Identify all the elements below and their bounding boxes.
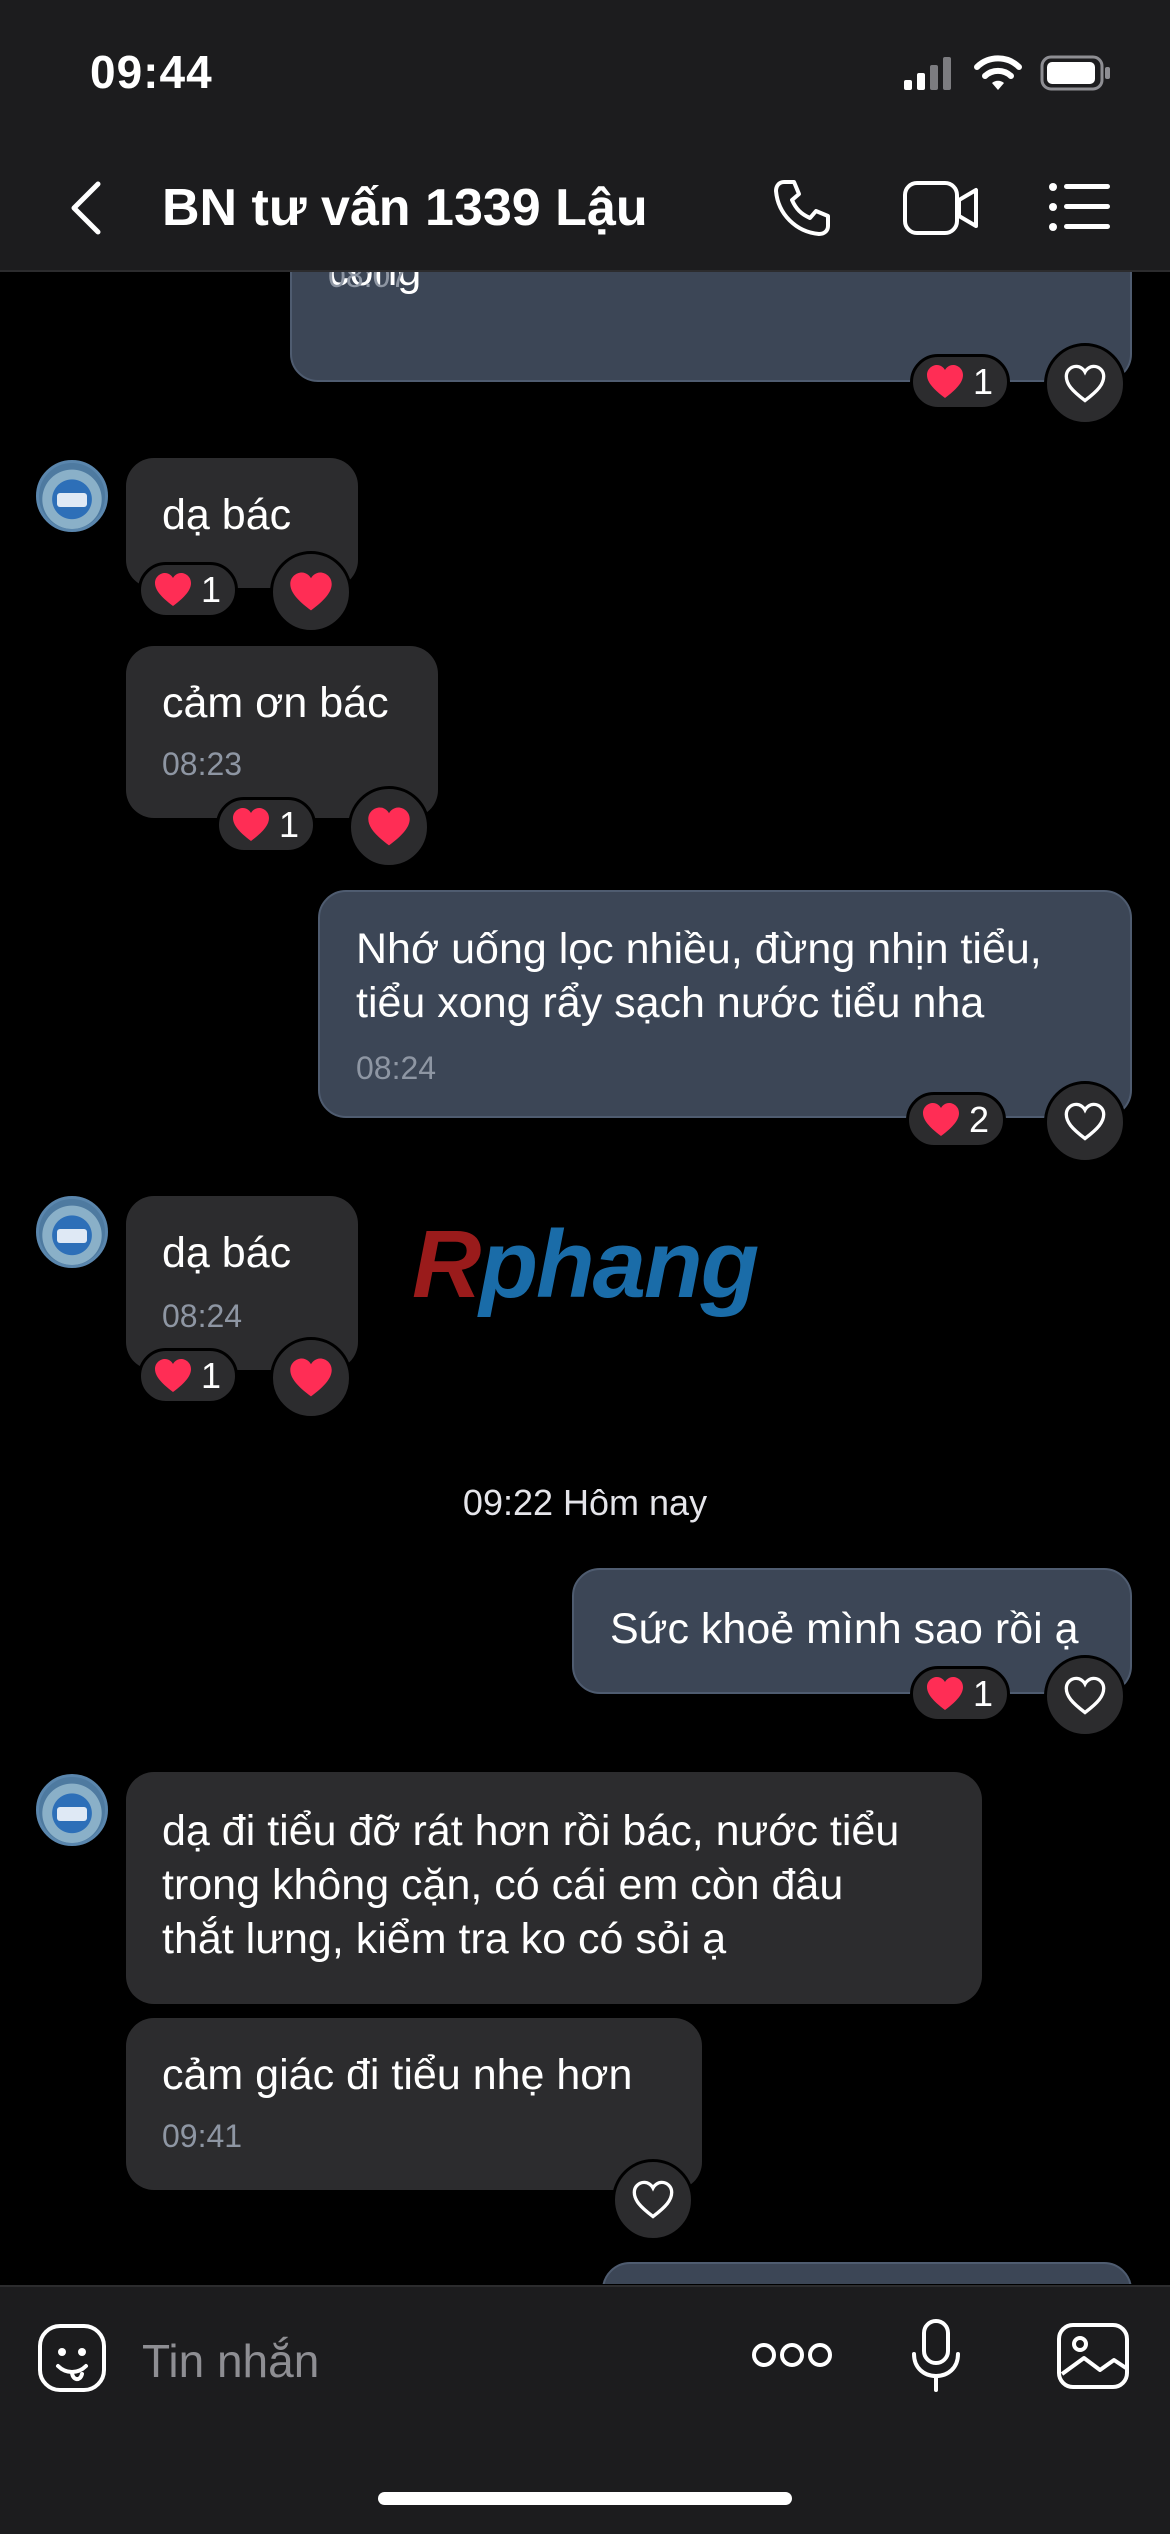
heart-icon [290, 1358, 332, 1397]
message-text-line: trong không cặn, có cái em còn đâu [162, 1861, 844, 1909]
message-time: 08:23 [162, 746, 243, 782]
message-time: 09:41 [162, 2118, 243, 2154]
message-input[interactable]: Tin nhắn [142, 2334, 319, 2388]
message-time: 08:07 [328, 272, 409, 294]
heart-outline-icon [632, 2180, 674, 2219]
reaction-count: 1 [279, 804, 300, 845]
heart-outline-icon [1064, 364, 1106, 403]
message-text: cảm ơn bác [162, 679, 389, 727]
status-time: 09:44 [90, 46, 213, 98]
heart-icon [368, 807, 410, 846]
video-call-icon[interactable] [902, 180, 980, 236]
reaction-count-badge[interactable]: 1 [910, 1666, 1011, 1722]
message-time: 08:24 [356, 1050, 437, 1086]
more-options-icon[interactable] [752, 2340, 832, 2370]
reaction-count: 1 [201, 569, 222, 610]
message-time: 08:24 [162, 1298, 243, 1334]
message-text-line: dạ đi tiểu đỡ rát hơn rồi bác, nước tiểu [162, 1807, 900, 1855]
react-button[interactable] [1044, 1655, 1126, 1737]
conversation-title[interactable]: BN tư vấn 1339 Lậu [162, 178, 648, 238]
message-text: dạ bác [162, 491, 292, 539]
reaction-count-badge[interactable]: 2 [906, 1092, 1007, 1148]
gallery-icon[interactable] [1056, 2322, 1130, 2390]
react-button-active[interactable] [348, 786, 430, 868]
wifi-icon [974, 55, 1022, 90]
phone-call-icon[interactable] [770, 176, 834, 240]
react-button[interactable] [1044, 343, 1126, 425]
watermark-logo: Rphang [412, 1211, 759, 1318]
date-separator: 09:22 Hôm nay [462, 1482, 708, 1523]
reaction-count: 2 [969, 1099, 990, 1140]
message-text: cảm giác đi tiểu nhẹ hơn [162, 2051, 633, 2099]
reaction-count-badge[interactable]: 1 [910, 354, 1011, 410]
react-button[interactable] [1044, 1081, 1126, 1163]
heart-outline-icon [1064, 1102, 1106, 1141]
heart-icon [927, 365, 963, 398]
contact-avatar[interactable] [36, 460, 108, 532]
contact-avatar[interactable] [36, 1196, 108, 1268]
heart-icon [290, 572, 332, 611]
sent-message[interactable]: cong 08:07 [290, 272, 1132, 382]
sent-message[interactable]: Nhớ uống lọc nhiều, đừng nhịn tiểu, tiểu… [318, 890, 1132, 1118]
message-text-line: Nhớ uống lọc nhiều, đừng nhịn tiểu, [356, 925, 1042, 973]
message-text-line: tiểu xong rẩy sạch nước tiểu nha [356, 979, 985, 1027]
reaction-count-badge[interactable]: 1 [138, 562, 239, 618]
received-message[interactable]: cảm giác đi tiểu nhẹ hơn 09:41 [126, 2018, 702, 2190]
message-text: Sức khoẻ mình sao rồi ạ [610, 1605, 1079, 1653]
reaction-count: 1 [973, 1673, 994, 1714]
sticker-icon[interactable] [36, 2322, 108, 2394]
reaction-count: 1 [973, 361, 994, 402]
battery-icon [1040, 55, 1110, 91]
message-text-line: thắt lưng, kiểm tra ko có sỏi ạ [162, 1915, 727, 1963]
sent-message-partial[interactable] [602, 2262, 1132, 2284]
received-message[interactable]: dạ đi tiểu đỡ rát hơn rồi bác, nước tiểu… [126, 1772, 982, 2004]
contact-avatar[interactable] [36, 1774, 108, 1846]
microphone-icon[interactable] [908, 2318, 964, 2396]
cellular-signal-icon [904, 57, 951, 90]
sent-message[interactable]: Sức khoẻ mình sao rồi ạ [572, 1568, 1132, 1694]
reaction-count-badge[interactable]: 1 [138, 1348, 239, 1404]
heart-icon [927, 1677, 963, 1710]
heart-icon [155, 573, 191, 606]
home-indicator[interactable] [378, 2492, 792, 2505]
react-button-active[interactable] [270, 1337, 352, 1419]
reaction-count-badge[interactable]: 1 [216, 797, 317, 853]
heart-icon [155, 1359, 191, 1392]
react-button-active[interactable] [270, 551, 352, 633]
menu-list-icon[interactable] [1048, 182, 1110, 232]
heart-icon [923, 1103, 959, 1136]
heart-outline-icon [1064, 1676, 1106, 1715]
message-text: dạ bác [162, 1229, 292, 1277]
react-button[interactable] [612, 2159, 694, 2241]
heart-icon [233, 808, 269, 841]
reaction-count: 1 [201, 1355, 222, 1396]
back-icon[interactable] [64, 180, 108, 236]
